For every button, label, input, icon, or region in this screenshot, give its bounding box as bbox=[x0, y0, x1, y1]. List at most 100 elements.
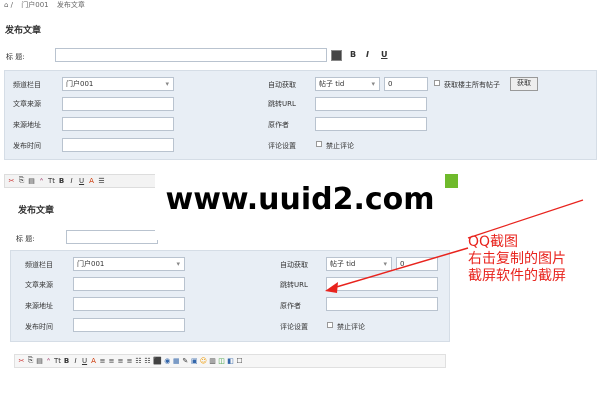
align-left-icon[interactable]: ≡ bbox=[99, 357, 106, 365]
italic-icon[interactable]: I bbox=[68, 177, 75, 185]
font-size-icon[interactable]: Tt bbox=[54, 357, 61, 365]
channel-label: 频道栏目 bbox=[13, 81, 41, 89]
chevron-down-icon: ▾ bbox=[383, 260, 387, 268]
code-icon[interactable]: ◫ bbox=[218, 357, 225, 365]
underline-icon[interactable]: U bbox=[78, 177, 85, 185]
breadcrumb-item[interactable]: 门户001 bbox=[21, 1, 48, 9]
comment-label: 评论设置 bbox=[268, 142, 296, 150]
align-icon[interactable]: ☰ bbox=[98, 177, 105, 185]
comment-label-2: 评论设置 bbox=[280, 323, 308, 331]
arrow-line-upper bbox=[467, 199, 584, 239]
redirect-url-input-2[interactable] bbox=[326, 277, 438, 291]
bold-button[interactable]: B bbox=[350, 50, 356, 59]
channel-select[interactable]: 门户001 ▾ bbox=[62, 77, 174, 91]
justify-icon[interactable]: ≡ bbox=[126, 357, 133, 365]
breadcrumb: ⌂ / 门户001 发布文章 bbox=[4, 0, 91, 9]
source-url-label: 来源地址 bbox=[13, 121, 41, 129]
font-icon[interactable]: ᴬ bbox=[38, 177, 45, 185]
source-url-label-2: 来源地址 bbox=[25, 302, 53, 310]
source-label: 文章来源 bbox=[13, 100, 41, 108]
disable-comment-checkbox-2[interactable] bbox=[327, 322, 333, 328]
text-color-icon[interactable]: A bbox=[90, 357, 97, 365]
source-label-2: 文章来源 bbox=[25, 281, 53, 289]
author-input[interactable] bbox=[315, 117, 427, 131]
channel-select-2[interactable]: 门户001 ▾ bbox=[73, 257, 185, 271]
publish-time-label-2: 发布时间 bbox=[25, 323, 53, 331]
accent-bar bbox=[444, 174, 458, 188]
auto-fetch-select[interactable]: 帖子 tid ▾ bbox=[315, 77, 380, 91]
chevron-down-icon: ▾ bbox=[165, 80, 169, 88]
publish-time-input[interactable] bbox=[62, 138, 174, 152]
fetch-all-label: 获取楼主所有帖子 bbox=[444, 81, 500, 89]
page-title-2: 发布文章 bbox=[18, 206, 55, 216]
editor-toolbar: ✂ ⎘ ▤ ᴬ Tt B I U A ☰ bbox=[8, 176, 105, 185]
source-input[interactable] bbox=[62, 97, 174, 111]
title-input[interactable] bbox=[55, 48, 327, 62]
auto-fetch-value-input[interactable]: 0 bbox=[384, 77, 428, 91]
bold-icon[interactable]: B bbox=[63, 357, 70, 365]
auto-fetch-select-2[interactable]: 帖子 tid ▾ bbox=[326, 257, 392, 271]
author-input-2[interactable] bbox=[326, 297, 438, 311]
redirect-url-label-2: 跳转URL bbox=[280, 281, 308, 289]
paste-icon[interactable]: ▤ bbox=[28, 177, 35, 185]
font-icon[interactable]: ᴬ bbox=[45, 357, 52, 365]
italic-icon[interactable]: I bbox=[72, 357, 79, 365]
underline-button[interactable]: U bbox=[381, 50, 388, 59]
annotation-line-3: 截屏软件的截屏 bbox=[468, 268, 566, 284]
align-center-icon[interactable]: ≡ bbox=[108, 357, 115, 365]
chevron-down-icon: ▾ bbox=[176, 260, 180, 268]
ordered-list-icon[interactable]: ☷ bbox=[135, 357, 142, 365]
source-url-input[interactable] bbox=[62, 117, 174, 131]
redirect-url-input[interactable] bbox=[315, 97, 427, 111]
author-label: 原作者 bbox=[268, 121, 289, 129]
page-title: 发布文章 bbox=[5, 26, 42, 36]
auto-fetch-value-input-2[interactable]: 0 bbox=[396, 257, 438, 271]
media-icon[interactable]: ▣ bbox=[191, 357, 198, 365]
disable-comment-label: 禁止评论 bbox=[326, 142, 354, 150]
title-label-2: 标 题: bbox=[16, 235, 35, 243]
unordered-list-icon[interactable]: ☷ bbox=[144, 357, 151, 365]
annotation-text: QQ截图 右击复制的图片 截屏软件的截屏 bbox=[468, 234, 566, 285]
annotation-line-1: QQ截图 bbox=[468, 234, 519, 250]
editor-toolbar-2: ✂ ⎘ ▤ ᴬ Tt B I U A ≡ ≡ ≡ ≡ ☷ ☷ ⬛ ◉ ▦ ✎ ▣… bbox=[18, 356, 243, 365]
cut-icon[interactable]: ✂ bbox=[8, 177, 15, 185]
quote-icon[interactable]: ◧ bbox=[227, 357, 234, 365]
title-input-2[interactable] bbox=[66, 230, 158, 244]
disable-comment-label-2: 禁止评论 bbox=[337, 323, 365, 331]
paste-icon[interactable]: ▤ bbox=[36, 357, 43, 365]
auto-fetch-label: 自动获取 bbox=[268, 81, 296, 89]
italic-button[interactable]: I bbox=[366, 50, 369, 59]
attachment-icon[interactable]: ✎ bbox=[182, 357, 189, 365]
channel-label-2: 频道栏目 bbox=[25, 261, 53, 269]
bold-icon[interactable]: B bbox=[58, 177, 65, 185]
font-size-icon[interactable]: Tt bbox=[48, 177, 55, 185]
image-icon[interactable]: ▦ bbox=[173, 357, 180, 365]
copy-icon[interactable]: ⎘ bbox=[18, 176, 25, 185]
page-break-icon[interactable]: ☐ bbox=[236, 357, 243, 365]
fetch-all-checkbox[interactable] bbox=[434, 80, 440, 86]
disable-comment-checkbox[interactable] bbox=[316, 141, 322, 147]
author-label-2: 原作者 bbox=[280, 302, 301, 310]
title-label: 标 题: bbox=[6, 53, 25, 61]
redirect-url-label: 跳转URL bbox=[268, 100, 296, 108]
block-icon[interactable]: ⬛ bbox=[153, 357, 162, 365]
source-input-2[interactable] bbox=[73, 277, 185, 291]
emoticon-icon[interactable]: ☺ bbox=[200, 357, 207, 365]
home-icon[interactable]: ⌂ / bbox=[4, 1, 13, 9]
link-icon[interactable]: ◉ bbox=[164, 357, 171, 365]
source-url-input-2[interactable] bbox=[73, 297, 185, 311]
underline-icon[interactable]: U bbox=[81, 357, 88, 365]
copy-icon[interactable]: ⎘ bbox=[27, 356, 34, 365]
text-color-icon[interactable]: A bbox=[88, 177, 95, 185]
annotation-line-2: 右击复制的图片 bbox=[468, 251, 566, 267]
color-picker-icon[interactable] bbox=[331, 50, 342, 61]
breadcrumb-item-current: 发布文章 bbox=[56, 1, 85, 9]
publish-time-label: 发布时间 bbox=[13, 142, 41, 150]
chevron-down-icon: ▾ bbox=[371, 80, 375, 88]
publish-time-input-2[interactable] bbox=[73, 318, 185, 332]
fetch-button[interactable]: 获取 bbox=[510, 77, 538, 91]
watermark: www.uuid2.com bbox=[155, 160, 445, 240]
align-right-icon[interactable]: ≡ bbox=[117, 357, 124, 365]
table-icon[interactable]: ▥ bbox=[209, 357, 216, 365]
cut-icon[interactable]: ✂ bbox=[18, 357, 25, 365]
